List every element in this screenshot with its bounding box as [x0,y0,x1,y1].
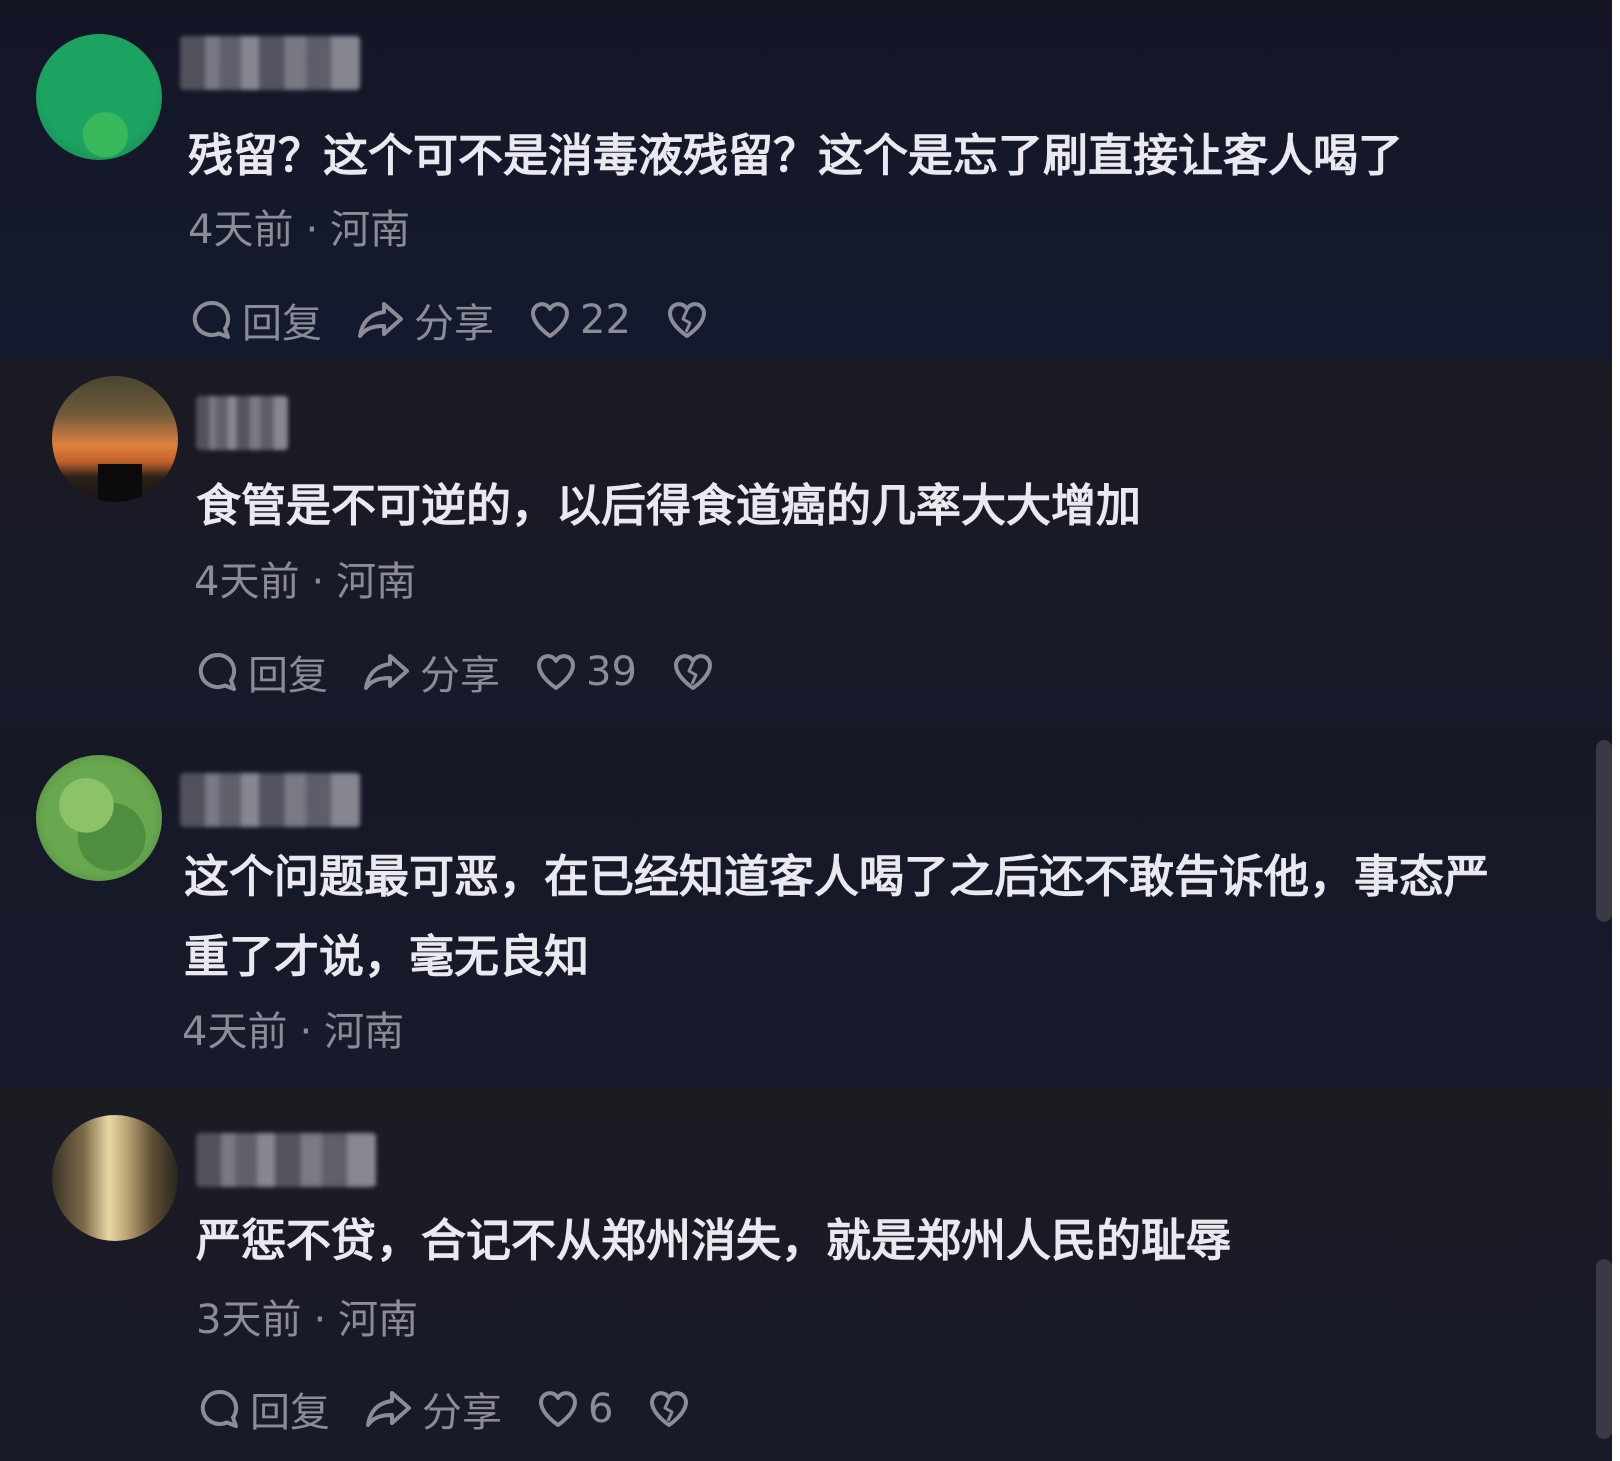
reply-label: 回复 [248,653,328,699]
heart-icon [539,1391,577,1427]
username-blurred[interactable] [180,36,360,90]
heart-icon [537,654,575,690]
comment-text: 这个问题最可恶，在已经知道客人喝了之后还不敢告诉他，事态严重了才说，毫无良知 [184,850,1490,983]
reply-button[interactable]: 回复 [190,291,322,349]
username-blurred[interactable] [196,396,288,450]
share-label: 分享 [420,653,500,699]
share-arrow-icon [358,302,403,338]
comment-actions: 回复 分享 39 [196,642,757,702]
comment-meta: 4天前 · 河南 [182,1007,404,1057]
reply-button[interactable]: 回复 [198,1380,330,1438]
comment-text: 食管是不可逆的，以后得食道癌的几率大大增加 [196,479,1142,532]
comment-time: 4天前 [182,1009,288,1055]
share-button[interactable]: 分享 [362,643,500,701]
comment-meta: 4天前 · 河南 [188,205,410,255]
share-button[interactable]: 分享 [356,291,494,349]
share-button[interactable]: 分享 [364,1380,502,1438]
comment-time: 4天前 [194,559,300,605]
reply-label: 回复 [242,301,322,347]
broken-heart-icon [667,302,706,338]
comment-location: 河南 [330,207,411,253]
like-count: 39 [586,649,637,695]
scrollbar-thumb[interactable] [1596,740,1612,922]
like-button[interactable]: 22 [528,297,631,343]
reply-button[interactable]: 回复 [196,643,328,701]
speech-bubble-icon [192,300,231,339]
avatar[interactable] [52,1115,178,1241]
dislike-button[interactable] [665,298,717,342]
comment-item: 残留？这个可不是消毒液残留？这个是忘了刷直接让客人喝了 4天前 · 河南 回复 分享… [0,0,1612,360]
like-count: 22 [580,297,631,343]
like-count: 6 [588,1386,614,1432]
meta-separator: · [305,207,319,253]
dislike-button[interactable] [647,1387,699,1431]
meta-separator: · [313,1297,327,1343]
comment-text: 严惩不贷，合记不从郑州消失，就是郑州人民的耻辱 [196,1214,1232,1267]
comment-meta: 4天前 · 河南 [194,557,416,607]
comment-location: 河南 [338,1297,419,1343]
dislike-button[interactable] [671,650,723,694]
comment-list: 残留？这个可不是消毒液残留？这个是忘了刷直接让客人喝了 4天前 · 河南 回复 分享… [0,0,1612,1461]
scrollbar-thumb[interactable] [1596,1259,1612,1439]
share-arrow-icon [364,654,409,690]
comment-time: 4天前 [188,207,294,253]
like-button[interactable]: 39 [534,649,637,695]
comment-item: 严惩不贷，合记不从郑州消失，就是郑州人民的耻辱 3天前 · 河南 回复 分享 6 [0,1089,1612,1461]
meta-separator: · [311,559,325,605]
reply-label: 回复 [250,1390,330,1436]
broken-heart-icon [650,1391,689,1427]
heart-icon [531,302,569,338]
avatar[interactable] [36,755,162,881]
comment-time: 3天前 [196,1297,302,1343]
comment-item: 这个问题最可恶，在已经知道客人喝了之后还不敢告诉他，事态严重了才说，毫无良知 4… [0,727,1612,1089]
share-label: 分享 [414,301,494,347]
speech-bubble-icon [200,1389,239,1428]
comment-actions: 回复 分享 6 [198,1379,733,1439]
comment-actions: 回复 分享 22 [190,290,751,350]
comment-text: 残留？这个可不是消毒液残留？这个是忘了刷直接让客人喝了 [188,129,1404,182]
comment-location: 河南 [336,559,417,605]
avatar[interactable] [36,34,162,160]
share-label: 分享 [422,1390,502,1436]
comment-location: 河南 [324,1009,405,1055]
avatar[interactable] [52,376,178,502]
share-arrow-icon [366,1391,411,1427]
username-blurred[interactable] [180,773,360,827]
username-blurred[interactable] [196,1133,376,1187]
broken-heart-icon [673,654,712,690]
like-button[interactable]: 6 [536,1386,613,1432]
meta-separator: · [299,1009,313,1055]
comment-item: 食管是不可逆的，以后得食道癌的几率大大增加 4天前 · 河南 回复 分享 39 [0,360,1612,727]
speech-bubble-icon [198,652,237,691]
comment-meta: 3天前 · 河南 [196,1295,418,1345]
